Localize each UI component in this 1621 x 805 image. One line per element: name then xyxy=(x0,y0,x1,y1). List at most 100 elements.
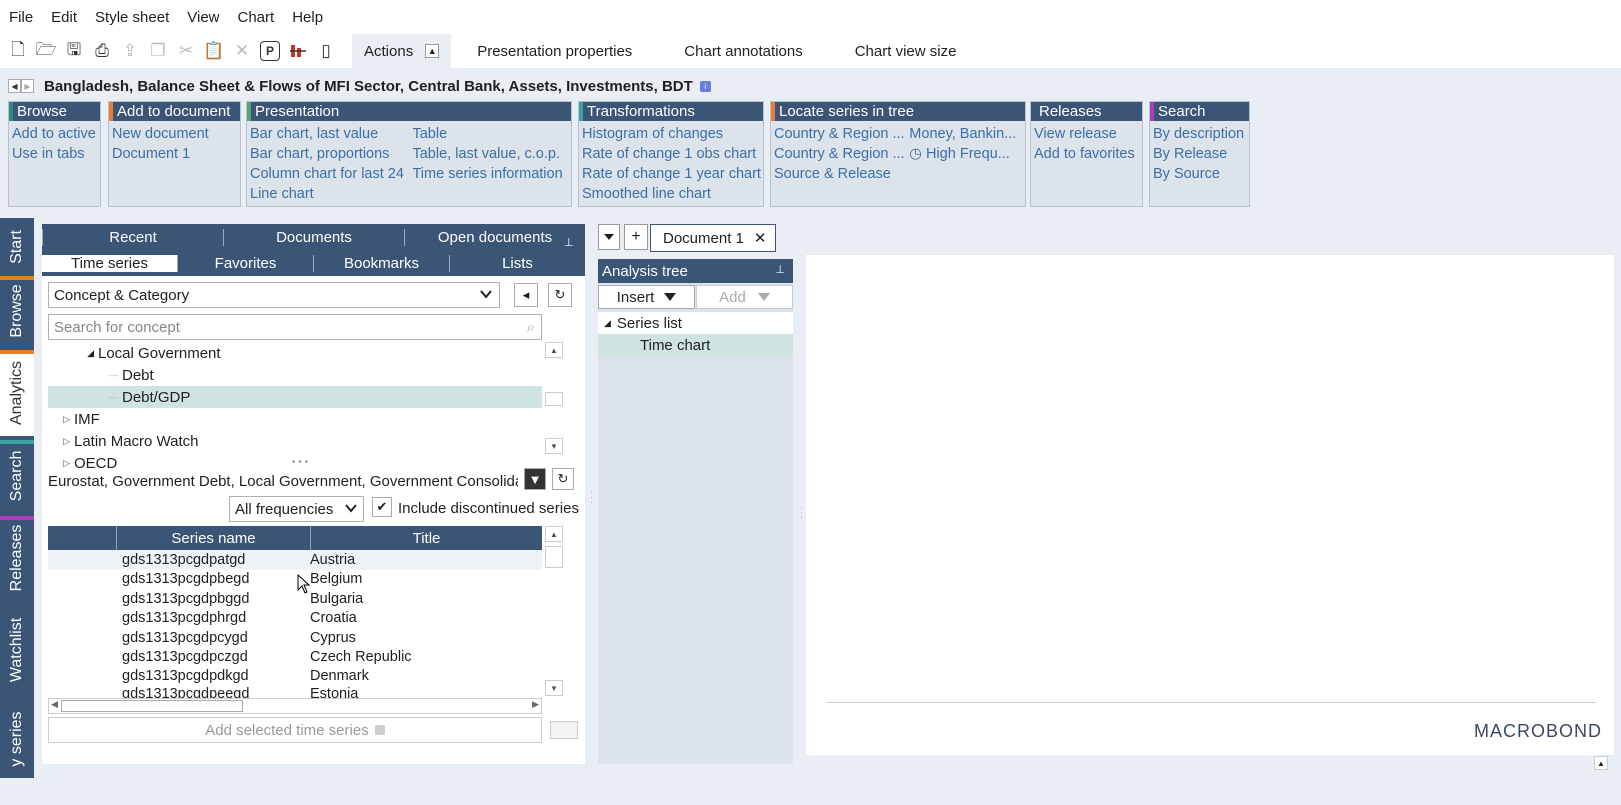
action-link[interactable]: Add to active xyxy=(12,124,96,144)
refresh-icon[interactable]: ↻ xyxy=(548,283,572,307)
pin-icon[interactable]: ⊥ xyxy=(775,263,785,276)
frequency-select[interactable]: All frequencies xyxy=(229,496,364,522)
copy-icon[interactable]: ❐ xyxy=(144,37,172,65)
menu-file[interactable]: File xyxy=(0,9,42,26)
concept-search-input[interactable]: Search for concept ⌕ xyxy=(48,314,542,340)
table-row[interactable]: gds1313pcgdpcygd Cyprus xyxy=(48,628,542,648)
close-icon[interactable]: ✕ xyxy=(754,229,767,247)
action-link[interactable]: ◷ High Frequ... xyxy=(909,144,1025,164)
filter-icon[interactable]: ▼ xyxy=(524,468,546,490)
splitter-handle[interactable]: • • • xyxy=(292,457,308,468)
prev-icon[interactable]: ◂ xyxy=(514,283,538,307)
scroll-thumb[interactable] xyxy=(545,392,563,406)
action-link[interactable]: Bar chart, proportions xyxy=(250,144,412,164)
add-selected-button[interactable]: Add selected time series xyxy=(48,717,542,743)
new-doc-tab-button[interactable]: + xyxy=(624,224,648,250)
action-link[interactable]: Histogram of changes xyxy=(582,124,761,144)
grid-scroll-up-icon[interactable]: ▲ xyxy=(545,526,563,542)
action-link[interactable]: Column chart for last 24 xyxy=(250,164,412,184)
presentation-p-icon[interactable]: P xyxy=(256,37,284,65)
grid-scroll-thumb[interactable] xyxy=(545,546,563,568)
share-icon[interactable]: ⇪ xyxy=(116,37,144,65)
action-link[interactable]: By description xyxy=(1153,124,1244,144)
action-link[interactable]: Document 1 xyxy=(112,144,209,164)
grid-scroll-down-icon[interactable]: ▼ xyxy=(545,680,563,696)
action-link[interactable]: Table, last value, c.o.p. xyxy=(412,144,571,164)
scroll-left-icon[interactable]: ◀ xyxy=(51,699,58,710)
action-link[interactable]: Smoothed line chart xyxy=(582,184,761,204)
save-icon[interactable]: 🖫 xyxy=(60,37,88,65)
collapse-up-icon[interactable]: ▲ xyxy=(1594,756,1608,770)
tree-node[interactable]: ▷ Latin Macro Watch xyxy=(48,430,542,452)
action-link[interactable]: View release xyxy=(1034,124,1135,144)
add-button[interactable]: Add xyxy=(696,285,793,309)
grid-hscroll[interactable]: ◀ ▶ xyxy=(48,698,542,714)
splitter-handle-mid[interactable]: · · · xyxy=(800,503,803,522)
action-link[interactable]: Table xyxy=(412,124,571,144)
scroll-down-icon[interactable]: ▼ xyxy=(545,438,563,454)
grid-col-series-name[interactable]: Series name xyxy=(116,526,310,550)
tab-document-1[interactable]: Document 1 ✕ xyxy=(650,224,776,252)
scroll-right-icon[interactable]: ▶ xyxy=(532,699,539,710)
forward-arrow-icon[interactable]: ▶ xyxy=(21,79,34,93)
table-row[interactable]: gds1313pcgdphrgd Croatia xyxy=(48,608,542,628)
doc-menu-button[interactable] xyxy=(598,224,620,250)
tree-node[interactable]: ▷ IMF xyxy=(48,408,542,430)
vtab-browse[interactable]: Browse xyxy=(0,276,34,346)
action-link[interactable]: Use in tabs xyxy=(12,144,96,164)
insert-button[interactable]: Insert xyxy=(598,285,695,309)
table-row[interactable]: gds1313pcgdpeegd Estonia xyxy=(48,686,542,698)
vtab-releases[interactable]: Releases xyxy=(0,516,34,600)
new-document-icon[interactable]: 🗋 xyxy=(4,37,32,65)
tab-time-series[interactable]: Time series xyxy=(42,254,177,272)
menu-view[interactable]: View xyxy=(178,9,228,26)
table-row[interactable]: gds1313pcgdpbggd Bulgaria xyxy=(48,589,542,609)
menu-chart[interactable]: Chart xyxy=(229,9,284,26)
table-row[interactable]: gds1313pcgdpatgd Austria xyxy=(48,550,542,570)
vtab-y-series[interactable]: y series xyxy=(0,700,34,778)
tree-node[interactable]: ◢ Local Government xyxy=(48,342,542,364)
action-link[interactable]: Rate of change 1 obs chart xyxy=(582,144,761,164)
vtab-search[interactable]: Search xyxy=(0,440,34,512)
tree-node[interactable]: — Debt xyxy=(48,364,542,386)
vtab-start[interactable]: Start xyxy=(0,220,34,274)
series-list-node[interactable]: ◢ Series list xyxy=(598,312,793,334)
back-arrow-icon[interactable]: ◀ xyxy=(8,79,21,93)
menu-style-sheet[interactable]: Style sheet xyxy=(86,9,178,26)
tab-documents[interactable]: Documents xyxy=(223,228,404,246)
tab-recent[interactable]: Recent xyxy=(42,228,223,246)
print-icon[interactable]: ⎙ xyxy=(88,37,116,65)
table-row[interactable]: gds1313pcgdpbegd Belgium xyxy=(48,569,542,589)
action-link[interactable]: Line chart xyxy=(250,184,412,204)
concept-combo[interactable]: Concept & Category xyxy=(48,282,500,308)
tree-node[interactable]: — Debt/GDP xyxy=(48,386,542,408)
tab-chart-view-size[interactable]: Chart view size xyxy=(829,34,983,68)
action-link[interactable]: Bar chart, last value xyxy=(250,124,412,144)
vtab-analytics[interactable]: Analytics xyxy=(0,350,34,436)
info-icon[interactable]: i xyxy=(699,80,711,92)
collapse-ribbon-icon[interactable]: ▲ xyxy=(425,44,440,58)
action-link[interactable]: Source & Release xyxy=(774,164,909,184)
action-link[interactable]: Country & Region ... xyxy=(774,144,909,164)
paste-icon[interactable]: 📋 xyxy=(200,37,228,65)
chart-bars-icon[interactable] xyxy=(284,37,312,65)
pin-icon[interactable]: ⊥ xyxy=(564,236,574,249)
grid-hscroll-thumb[interactable] xyxy=(61,700,243,712)
tab-lists[interactable]: Lists xyxy=(449,254,585,272)
action-link[interactable]: Time series information xyxy=(412,164,571,184)
action-link[interactable]: Add to favorites xyxy=(1034,144,1135,164)
discontinued-checkbox[interactable]: ✔ xyxy=(372,497,392,517)
table-row[interactable]: gds1313pcgdpdkgd Denmark xyxy=(48,666,542,686)
open-folder-icon[interactable]: 🗁 xyxy=(32,37,60,65)
action-link[interactable]: By Release xyxy=(1153,144,1244,164)
grid-col-title[interactable]: Title xyxy=(310,526,542,550)
table-row[interactable]: gds1313pcgdpczgd Czech Republic xyxy=(48,647,542,667)
keyboard-icon[interactable] xyxy=(550,721,578,739)
time-chart-node[interactable]: Time chart xyxy=(598,334,793,356)
action-link[interactable]: Rate of change 1 year chart xyxy=(582,164,761,184)
tab-bookmarks[interactable]: Bookmarks xyxy=(313,254,449,272)
action-link[interactable]: Money, Bankin... xyxy=(909,124,1025,144)
action-link[interactable]: Country & Region ... xyxy=(774,124,909,144)
tab-presentation-properties[interactable]: Presentation properties xyxy=(451,34,658,68)
action-link[interactable]: New document xyxy=(112,124,209,144)
